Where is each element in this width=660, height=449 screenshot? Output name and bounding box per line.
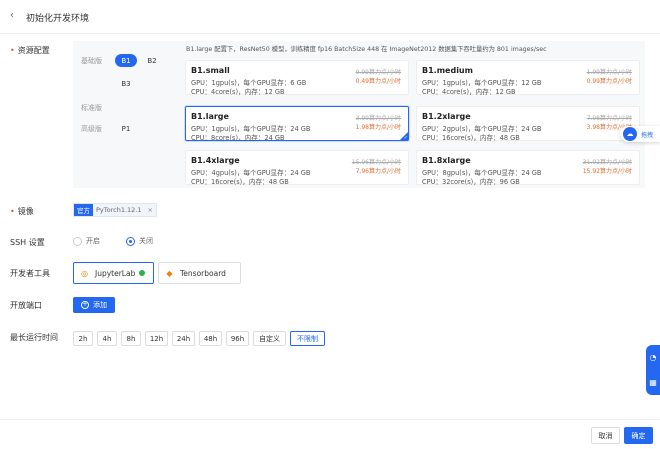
- footer-bar: [0, 419, 660, 449]
- chat-icon[interactable]: ◔: [650, 353, 657, 362]
- confirm-button[interactable]: 确定: [624, 427, 653, 444]
- resource-label: • 资源配置: [10, 46, 50, 55]
- card-cpu: CPU：4core(s)，内存：12 GB: [191, 88, 285, 96]
- card-new-price: 1.98算力点/小时: [355, 124, 401, 131]
- tier-label-premium: 高级版: [81, 125, 102, 133]
- card-old-price: 15.96算力点/小时: [351, 159, 401, 166]
- chevron-left-icon[interactable]: ‹: [10, 10, 14, 21]
- card-cpu: CPU：32core(s)，内存：96 GB: [422, 178, 520, 186]
- image-tag[interactable]: 官方 PyTorch1.12.1 ×: [73, 203, 157, 217]
- spec-b2-button[interactable]: B2: [141, 54, 163, 67]
- image-label: • 镜像: [10, 207, 34, 216]
- performance-note: B1.large 配置下，ResNet50 模型，训练精度 fp16 Batch…: [186, 46, 547, 53]
- card-cpu: CPU：8core(s)，内存：24 GB: [191, 134, 285, 142]
- cancel-button[interactable]: 取消: [591, 427, 620, 444]
- card-old-price: 9.99算力点/小时: [355, 69, 401, 76]
- runtime-option-custom[interactable]: 自定义: [253, 331, 286, 346]
- runtime-option-24h[interactable]: 24h: [172, 331, 195, 346]
- instance-card-b1-4xlarge[interactable]: B1.4xlarge GPU：4gpu(s)，每个GPU显存：24 GB CPU…: [185, 150, 409, 186]
- runtime-option-2h[interactable]: 2h: [73, 331, 93, 346]
- tensorboard-icon: ◆: [166, 268, 173, 278]
- tool-tensorboard[interactable]: ◆ Tensorboard: [158, 262, 241, 284]
- card-old-price: 3.99算力点/小时: [355, 115, 401, 122]
- side-tool-strip[interactable]: ◔ ▦: [646, 345, 660, 395]
- runtime-option-48h[interactable]: 48h: [199, 331, 222, 346]
- devtools-label: 开发者工具: [10, 269, 50, 278]
- ssh-radio-off[interactable]: 关闭: [126, 236, 153, 246]
- card-cpu: CPU：16core(s)，内存：48 GB: [191, 178, 289, 186]
- runtime-option-96h[interactable]: 96h: [226, 331, 249, 346]
- plus-circle-icon: +: [81, 301, 89, 309]
- runtime-option-8h[interactable]: 8h: [121, 331, 141, 346]
- grid-icon[interactable]: ▦: [649, 378, 657, 387]
- page-header: ‹ 初始化开发环境: [0, 0, 660, 34]
- card-name: B1.large: [191, 112, 229, 121]
- page-title: 初始化开发环境: [26, 14, 90, 24]
- card-new-price: 15.92算力点/小时: [582, 168, 632, 175]
- card-name: B1.small: [191, 66, 230, 75]
- official-badge: 官方: [74, 204, 93, 216]
- card-name: B1.medium: [422, 66, 473, 75]
- instance-card-b1-small[interactable]: B1.small GPU：1gpu(s)，每个GPU显存：6 GB CPU：4c…: [185, 60, 409, 96]
- jupyter-icon: ◎: [81, 268, 88, 278]
- spec-b1-button[interactable]: B1: [115, 54, 137, 67]
- ssh-radio-on[interactable]: 开启: [73, 236, 100, 246]
- card-cpu: CPU：16core(s)，内存：48 GB: [422, 134, 520, 142]
- spec-b3-button[interactable]: B3: [115, 77, 137, 90]
- instance-card-b1-8xlarge[interactable]: B1.8xlarge GPU：8gpu(s)，每个GPU显存：24 GB CPU…: [416, 150, 640, 186]
- card-new-price: 7.96算力点/小时: [355, 168, 401, 175]
- runtime-option-unlimited[interactable]: 不限制: [290, 331, 325, 346]
- card-cpu: CPU：4core(s)，内存：12 GB: [422, 88, 516, 96]
- tier-label-basic: 基础版: [81, 57, 102, 65]
- check-icon: ✓: [403, 135, 408, 141]
- card-old-price: 7.98算力点/小时: [586, 115, 632, 122]
- tool-jupyterlab[interactable]: ◎ JupyterLab: [73, 262, 154, 284]
- instance-card-b1-large[interactable]: B1.large GPU：1gpu(s)，每个GPU显存：24 GB CPU：8…: [185, 106, 409, 142]
- card-name: B1.8xlarge: [422, 156, 471, 165]
- runtime-option-4h[interactable]: 4h: [97, 331, 117, 346]
- status-ok-icon: [139, 270, 146, 276]
- instance-card-b1-medium[interactable]: B1.medium GPU：1gpu(s)，每个GPU显存：12 GB CPU：…: [416, 60, 640, 96]
- close-icon[interactable]: ×: [145, 206, 156, 214]
- card-name: B1.2xlarge: [422, 112, 471, 121]
- side-float-widget[interactable]: ☁ 拖拽: [620, 126, 660, 142]
- card-new-price: 0.49算力点/小时: [355, 78, 401, 85]
- instance-card-b1-2xlarge[interactable]: B1.2xlarge GPU：2gpu(s)，每个GPU显存：24 GB CPU…: [416, 106, 640, 142]
- radio-dot: [73, 236, 82, 246]
- spec-p1-button[interactable]: P1: [115, 122, 137, 135]
- card-name: B1.4xlarge: [191, 156, 240, 165]
- tier-label-standard: 标准版: [81, 104, 102, 112]
- cloud-icon: ☁: [623, 127, 637, 141]
- runtime-option-12h[interactable]: 12h: [145, 331, 168, 346]
- radio-dot: [126, 236, 135, 246]
- ssh-label: SSH 设置: [10, 238, 45, 247]
- add-port-button[interactable]: + 添加: [73, 297, 115, 313]
- card-old-price: 31.92算力点/小时: [582, 159, 632, 166]
- card-old-price: 1.99算力点/小时: [586, 69, 632, 76]
- runtime-label: 最长运行时间: [10, 333, 58, 342]
- image-version: PyTorch1.12.1: [96, 206, 142, 214]
- ports-label: 开放端口: [10, 301, 42, 310]
- card-new-price: 0.99算力点/小时: [586, 78, 632, 85]
